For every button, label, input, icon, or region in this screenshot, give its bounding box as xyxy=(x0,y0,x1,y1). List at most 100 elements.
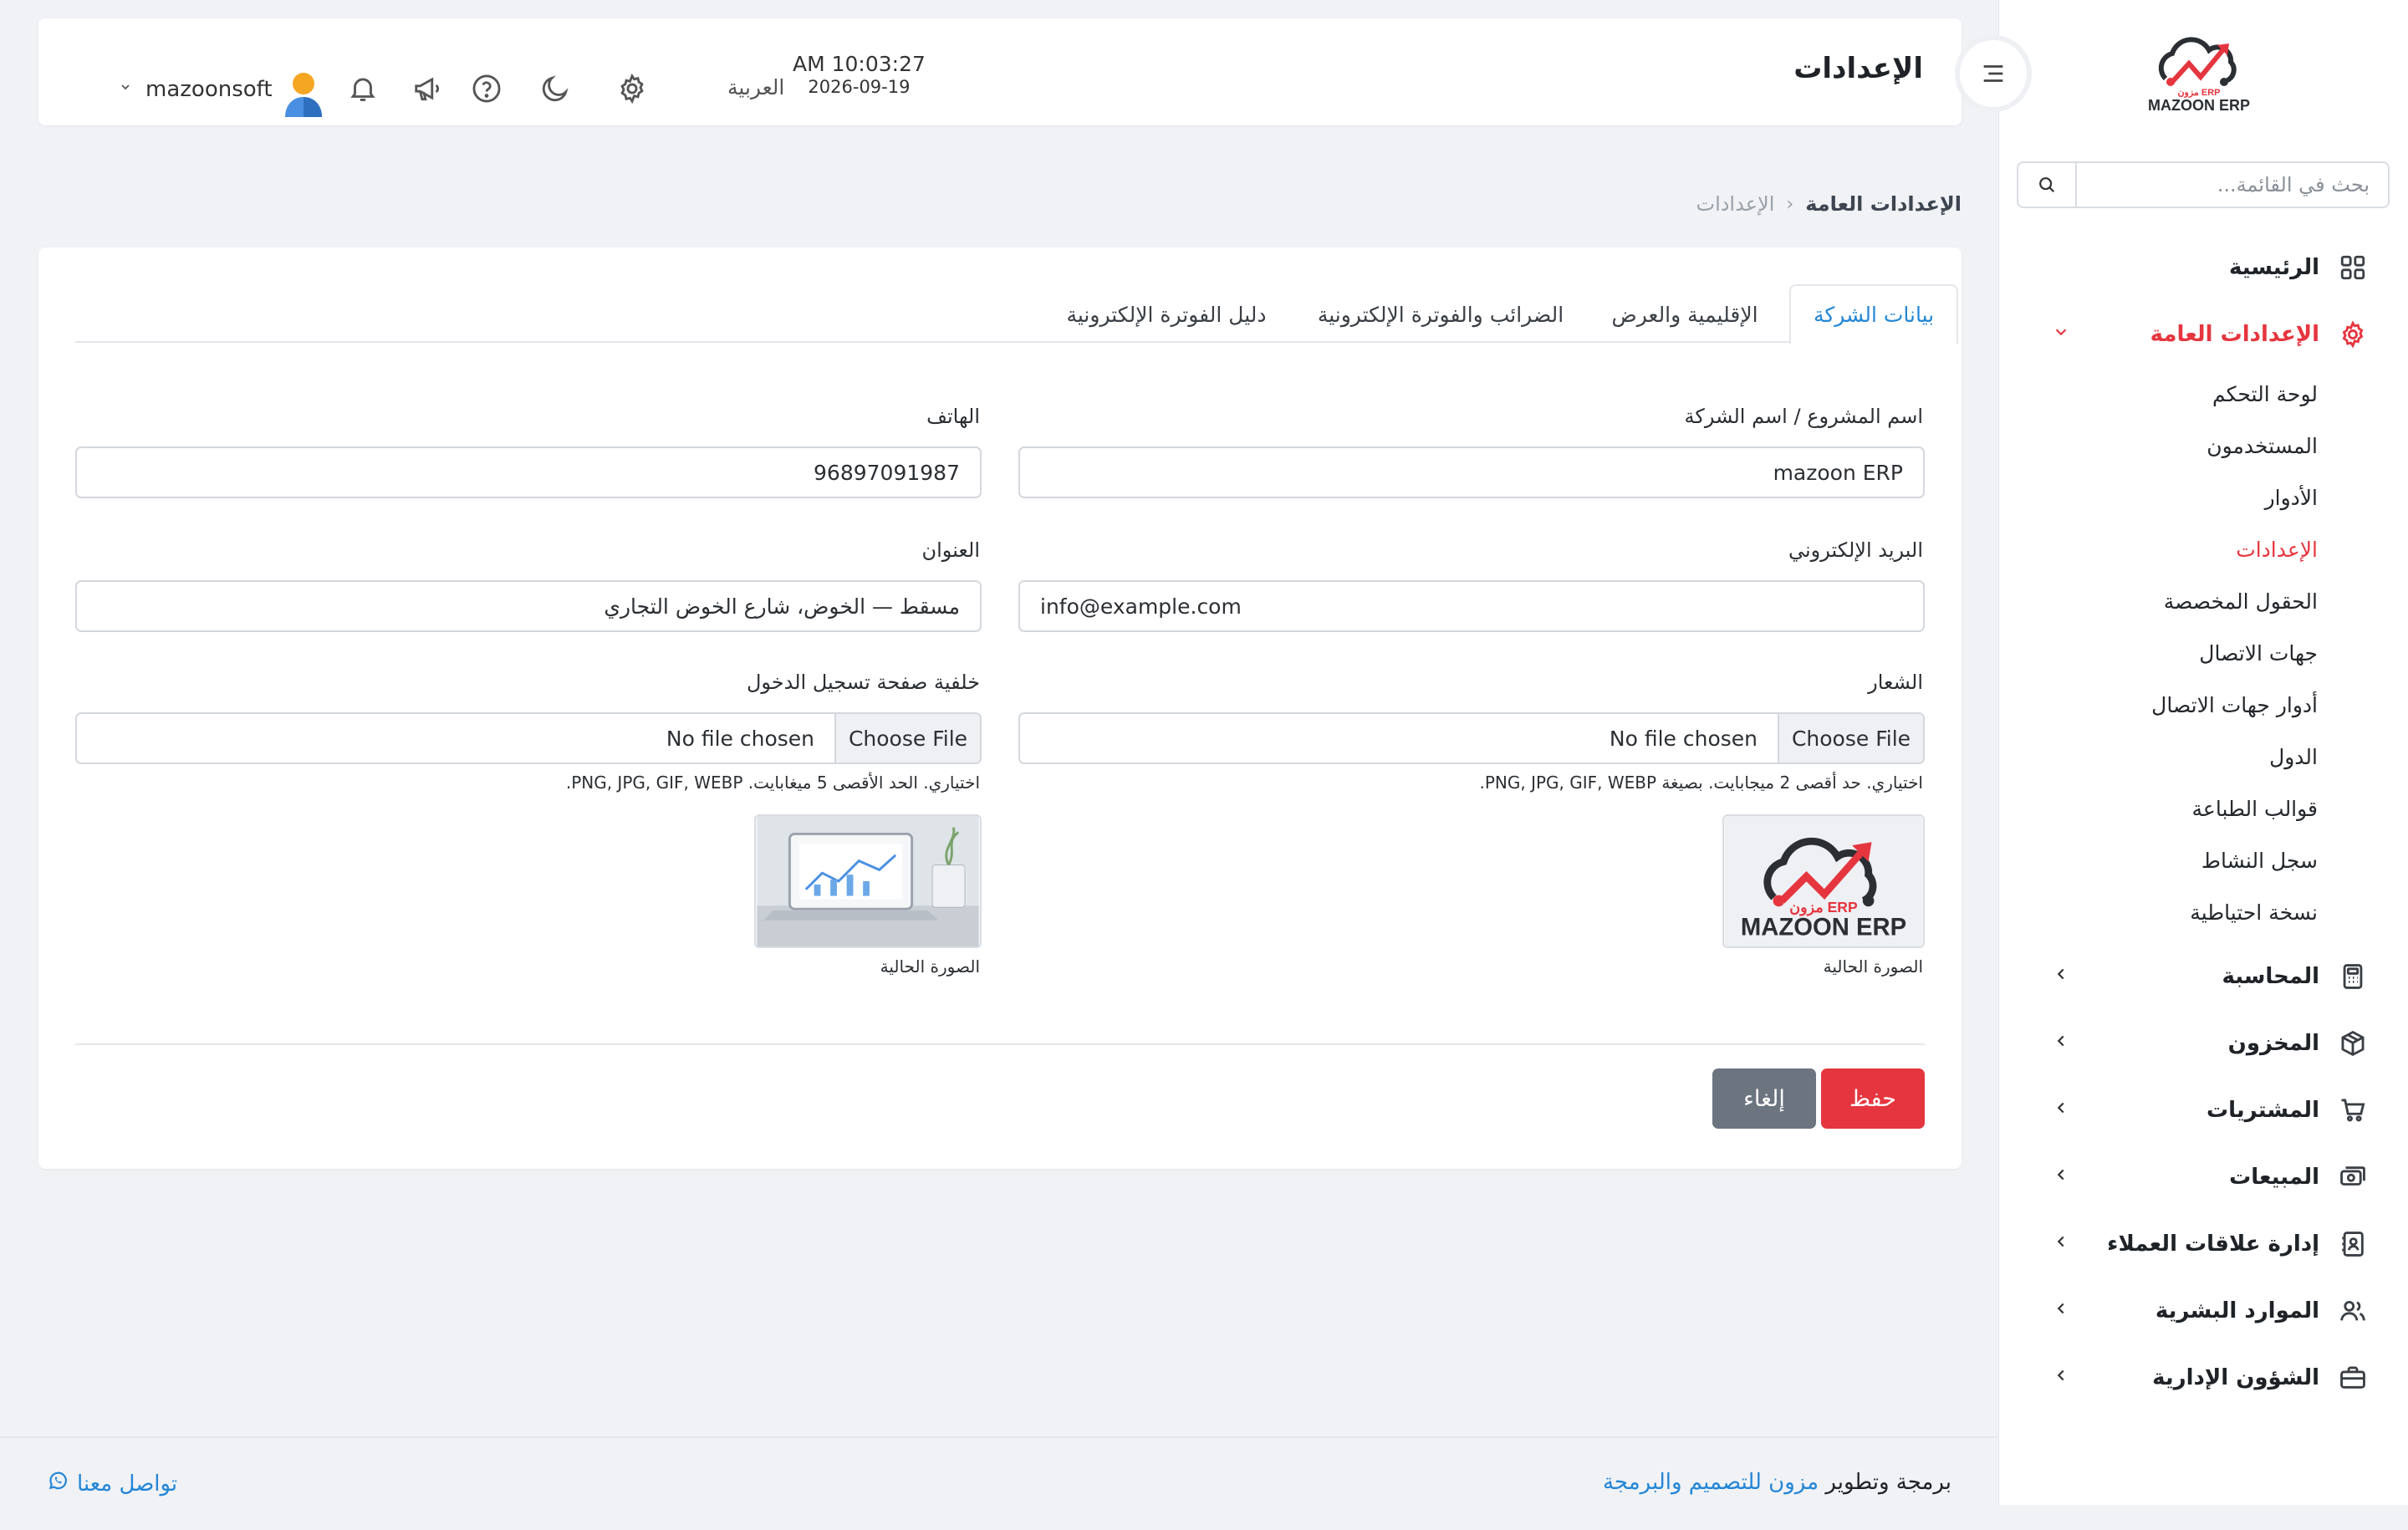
chevron-left-icon xyxy=(2048,1366,2074,1390)
sidebar-subitem-settings[interactable]: الإعدادات xyxy=(2236,528,2318,570)
sidebar-subitem-contacts[interactable]: جهات الاتصال xyxy=(2199,632,2318,674)
cancel-button[interactable]: إلغاء xyxy=(1712,1068,1816,1129)
chevron-left-icon xyxy=(2048,1165,2074,1189)
sidebar-item-accounting[interactable]: المحاسبة xyxy=(1998,951,2408,1002)
clock: AM 10:03:27 2026-09-19 xyxy=(793,52,926,97)
language-switcher[interactable]: العربية xyxy=(727,75,784,99)
chevron-left-icon xyxy=(2048,1299,2074,1323)
login-bg-file-status: No file chosen xyxy=(666,726,814,751)
tab-taxes-einvoicing[interactable]: الضرائب والفوترة الإلكترونية xyxy=(1303,284,1579,344)
gear-icon[interactable] xyxy=(615,72,649,105)
top-header: الإعدادات AM 10:03:27 2026-09-19 العربية… xyxy=(38,18,1962,125)
footer-credit-prefix: برمجة وتطوير xyxy=(1825,1470,1951,1495)
logo-choose-file-button[interactable]: Choose File xyxy=(1778,714,1923,762)
sidebar-item-general-settings[interactable]: الإعدادات العامة xyxy=(1998,309,2408,360)
sidebar-item-inventory[interactable]: المخزون xyxy=(1998,1018,2408,1068)
tab-einvoicing-guide[interactable]: دليل الفوترة الإلكترونية xyxy=(1045,284,1288,344)
chevron-left-icon xyxy=(2048,1099,2074,1122)
login-bg-choose-file-button[interactable]: Choose File xyxy=(834,714,980,762)
sidebar-item-hr[interactable]: الموارد البشرية xyxy=(1998,1286,2408,1336)
sidebar-item-home[interactable]: الرئيسية xyxy=(1998,242,2408,293)
contact-us-link[interactable]: تواصل معنا xyxy=(47,1470,177,1497)
email-input[interactable] xyxy=(1018,580,1925,632)
chevron-down-icon[interactable] xyxy=(119,80,132,98)
sidebar-item-label: إدارة علاقات العملاء xyxy=(2107,1232,2319,1257)
breadcrumb-separator: ‹ xyxy=(1786,193,1794,215)
moon-icon[interactable] xyxy=(538,72,572,105)
login-bg-current-caption: الصورة الحالية xyxy=(880,956,980,977)
logo-hint: اختياري. حد أقصى 2 ميجابايت. بصيغة PNG, … xyxy=(1479,773,1923,793)
users-icon xyxy=(2338,1296,2368,1326)
sidebar-item-label: المشتريات xyxy=(2206,1098,2319,1123)
page-title: الإعدادات xyxy=(1793,52,1923,85)
sidebar-item-sales[interactable]: المبيعات xyxy=(1998,1152,2408,1202)
briefcase-icon xyxy=(2338,1363,2368,1393)
tab-company-data[interactable]: بيانات الشركة xyxy=(1789,284,1958,344)
tab-regional-display[interactable]: الإقليمية والعرض xyxy=(1589,284,1781,344)
sidebar-subitem-roles[interactable]: الأدوار xyxy=(2265,477,2318,518)
sidebar-item-label: المبيعات xyxy=(2229,1165,2319,1190)
logo-preview-image: مزون ERP MAZOON ERP xyxy=(1722,814,1925,948)
sidebar-subitem-activity-log[interactable]: سجل النشاط xyxy=(2201,839,2318,881)
login-bg-file-input[interactable]: No file chosen Choose File xyxy=(75,712,982,764)
cart-icon xyxy=(2338,1095,2368,1125)
bell-icon[interactable] xyxy=(346,72,380,105)
avatar[interactable] xyxy=(283,70,324,117)
sidebar-search xyxy=(2017,161,2390,208)
grid-icon xyxy=(2338,252,2368,283)
brand-text: MAZOON ERP xyxy=(2148,97,2250,114)
sidebar-subitem-dashboard[interactable]: لوحة التحكم xyxy=(2212,373,2318,415)
box-icon xyxy=(2338,1028,2368,1058)
sidebar-subitem-contact-roles[interactable]: أدوار جهات الاتصال xyxy=(2151,684,2318,726)
email-label: البريد الإلكتروني xyxy=(1788,538,1923,562)
user-name[interactable]: mazoonsoft xyxy=(145,77,273,102)
sidebar-subitem-users[interactable]: المستخدمون xyxy=(2206,425,2318,467)
sidebar-item-crm[interactable]: إدارة علاقات العملاء xyxy=(1998,1219,2408,1269)
login-bg-hint: اختياري. الحد الأقصى 5 ميغابايت. PNG, JP… xyxy=(565,773,980,793)
phone-input[interactable] xyxy=(75,446,982,498)
sidebar-search-input[interactable] xyxy=(2077,173,2388,196)
sidebar-item-label: الموارد البشرية xyxy=(2155,1298,2319,1323)
form-divider xyxy=(75,1043,1925,1045)
sidebar-item-label: الإعدادات العامة xyxy=(2150,322,2319,347)
save-button[interactable]: حفظ xyxy=(1821,1068,1925,1129)
sidebar-item-label: المخزون xyxy=(2227,1031,2319,1056)
brand-logo[interactable]: مزون ERP MAZOON ERP xyxy=(2140,30,2258,114)
logo-label: الشعار xyxy=(1868,671,1923,694)
sidebar-toggle-button[interactable] xyxy=(1955,35,2032,112)
logo-file-input[interactable]: No file chosen Choose File xyxy=(1018,712,1925,764)
settings-card: بيانات الشركة الإقليمية والعرض الضرائب و… xyxy=(38,247,1962,1169)
login-bg-preview-image xyxy=(754,814,982,948)
help-icon[interactable] xyxy=(470,72,503,105)
sidebar-subitem-countries[interactable]: الدول xyxy=(2269,736,2318,778)
chevron-left-icon xyxy=(2048,1032,2074,1055)
sidebar-subitem-backup[interactable]: نسخة احتياطية xyxy=(2190,891,2318,933)
login-bg-label: خلفية صفحة تسجيل الدخول xyxy=(746,671,980,694)
clock-time: AM 10:03:27 xyxy=(793,52,926,76)
chevron-left-icon xyxy=(2048,1232,2074,1256)
clock-date: 2026-09-19 xyxy=(808,77,911,97)
sidebar-subitem-print-templates[interactable]: قوالب الطباعة xyxy=(2192,788,2318,829)
breadcrumb-link-settings[interactable]: الإعدادات xyxy=(1696,192,1774,216)
chevron-left-icon xyxy=(2048,965,2074,988)
logo-current-caption: الصورة الحالية xyxy=(1823,956,1923,977)
footer-credit: برمجة وتطوير مزون للتصميم والبرمجة xyxy=(1603,1470,1951,1495)
company-name-input[interactable] xyxy=(1018,446,1925,498)
brand-text: MAZOON ERP xyxy=(1741,914,1906,941)
contact-us-label: تواصل معنا xyxy=(77,1471,178,1497)
sidebar-item-purchases[interactable]: المشتريات xyxy=(1998,1085,2408,1135)
sidebar-item-label: المحاسبة xyxy=(2222,964,2319,989)
megaphone-icon[interactable] xyxy=(411,72,445,105)
breadcrumb-current: الإعدادات العامة xyxy=(1805,192,1962,216)
sidebar-item-label: الرئيسية xyxy=(2228,255,2319,280)
sidebar-subitem-custom-fields[interactable]: الحقول المخصصة xyxy=(2164,580,2318,622)
gear-icon xyxy=(2338,319,2368,349)
search-icon[interactable] xyxy=(2018,163,2077,207)
address-input[interactable] xyxy=(75,580,982,632)
footer-credit-link[interactable]: مزون للتصميم والبرمجة xyxy=(1603,1470,1819,1495)
sidebar-item-admin-affairs[interactable]: الشؤون الإدارية xyxy=(1998,1353,2408,1403)
calculator-icon xyxy=(2338,961,2368,992)
footer: برمجة وتطوير مزون للتصميم والبرمجة تواصل… xyxy=(0,1436,1998,1530)
cash-icon xyxy=(2338,1162,2368,1192)
sidebar: مزون ERP MAZOON ERP الرئيسية الإعدادات ا… xyxy=(1998,0,2408,1505)
